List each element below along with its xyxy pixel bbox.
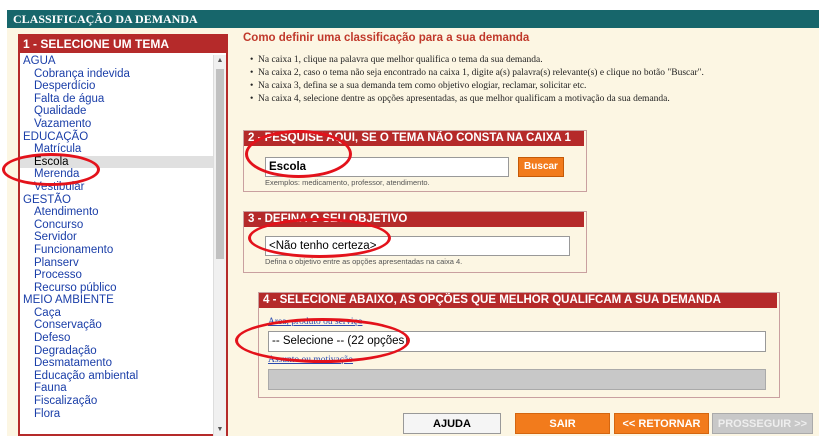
search-box-header: 2 - PESQUISE AQUI, SE O TEMA NÃO CONSTA … [244, 131, 584, 146]
theme-list-item[interactable]: Qualidade [20, 105, 216, 118]
theme-list-item[interactable]: Matrícula [20, 143, 216, 156]
theme-list-item[interactable]: Processo [20, 269, 216, 282]
theme-list-item[interactable]: Atendimento [20, 206, 216, 219]
objective-box: 3 - DEFINA O SEU OBJETIVO <Não tenho cer… [243, 211, 587, 273]
help-button[interactable]: AJUDA [403, 413, 501, 434]
theme-list-scrollbar[interactable]: ▲ ▼ [213, 55, 226, 436]
qualify-box-header: 4 - SELECIONE ABAIXO, AS OPÇÕES QUE MELH… [259, 293, 777, 308]
area-select[interactable]: -- Selecione -- (22 opções) [268, 331, 766, 352]
theme-list-item[interactable]: Vestibular [20, 181, 216, 194]
theme-list-item[interactable]: Caça [20, 307, 216, 320]
instruction-item: Na caixa 1, clique na palavra que melhor… [250, 54, 704, 67]
theme-list-item[interactable]: Vazamento [20, 118, 216, 131]
theme-list-item[interactable]: Fauna [20, 382, 216, 395]
theme-list-item[interactable]: Conservação [20, 319, 216, 332]
instruction-item: Na caixa 4, selecione dentre as opções a… [250, 93, 704, 106]
theme-category[interactable]: GESTÃO [20, 194, 216, 207]
theme-list-item[interactable]: Degradação [20, 345, 216, 358]
qualify-box: 4 - SELECIONE ABAIXO, AS OPÇÕES QUE MELH… [258, 292, 780, 398]
area-label: Area, produto ou serviço [268, 317, 363, 327]
search-button[interactable]: Buscar [518, 157, 564, 177]
exit-button[interactable]: SAIR [515, 413, 610, 434]
theme-list-item[interactable]: Funcionamento [20, 244, 216, 257]
theme-list-item[interactable]: Merenda [20, 168, 216, 181]
scroll-up-arrow-icon[interactable]: ▲ [214, 55, 226, 67]
theme-category[interactable]: MEIO AMBIENTE [20, 294, 216, 307]
subject-label: Assunto ou motivação [268, 355, 353, 365]
theme-list-item[interactable]: Desmatamento [20, 357, 216, 370]
theme-category[interactable]: AGUA [20, 55, 216, 68]
page-title: CLASSIFICAÇÃO DA DEMANDA [7, 10, 819, 28]
theme-list-item[interactable]: Servidor [20, 231, 216, 244]
instruction-item: Na caixa 3, defina se a sua demanda tem … [250, 80, 704, 93]
theme-list-item[interactable]: Concurso [20, 219, 216, 232]
theme-list-item[interactable]: Cobrança indevida [20, 68, 216, 81]
proceed-button[interactable]: PROSSEGUIR >> [712, 413, 813, 434]
subject-select[interactable] [268, 369, 766, 390]
theme-list-header: 1 - SELECIONE UM TEMA [20, 36, 226, 53]
scroll-down-arrow-icon[interactable]: ▼ [214, 424, 226, 436]
theme-list-panel: 1 - SELECIONE UM TEMA AGUA Cobrança indev… [18, 34, 228, 436]
objective-box-header: 3 - DEFINA O SEU OBJETIVO [244, 212, 584, 227]
theme-list-item[interactable]: Falta de água [20, 93, 216, 106]
objective-hint: Defina o objetivo entre as opções aprese… [265, 257, 463, 266]
search-box: 2 - PESQUISE AQUI, SE O TEMA NÃO CONSTA … [243, 130, 587, 192]
theme-list-item[interactable]: Educação ambiental [20, 370, 216, 383]
theme-list-item[interactable]: Recurso público [20, 282, 216, 295]
back-button[interactable]: << RETORNAR [614, 413, 709, 434]
theme-list-item[interactable]: Defeso [20, 332, 216, 345]
scroll-thumb[interactable] [216, 69, 224, 259]
search-hint: Exemplos: medicamento, professor, atendi… [265, 178, 430, 187]
instructions-title: Como definir uma classificação para a su… [243, 32, 530, 44]
instruction-item: Na caixa 2, caso o tema não seja encontr… [250, 67, 704, 80]
theme-list-item[interactable]: Escola [20, 155, 216, 169]
search-input[interactable]: Escola [265, 157, 509, 177]
theme-category[interactable]: EDUCAÇÃO [20, 131, 216, 144]
theme-list-item[interactable]: Fiscalização [20, 395, 216, 408]
theme-list-item[interactable]: Planserv [20, 257, 216, 270]
theme-list[interactable]: AGUA Cobrança indevida Desperdício Falta de… [20, 55, 216, 436]
instructions-list: Na caixa 1, clique na palavra que melhor… [250, 54, 704, 106]
theme-list-item[interactable]: Flora [20, 408, 216, 421]
theme-list-item[interactable]: Desperdício [20, 80, 216, 93]
objective-select[interactable]: <Não tenho certeza> [265, 236, 570, 256]
